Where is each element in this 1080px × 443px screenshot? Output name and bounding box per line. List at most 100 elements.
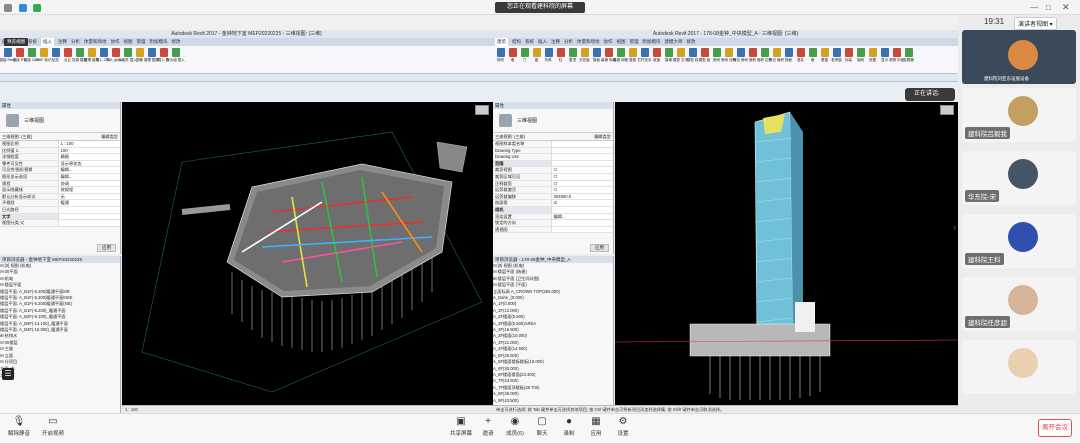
view-dropdown[interactable]: 三维视图: {三维}: [495, 133, 525, 140]
ribbon-tab[interactable]: 分析: [564, 38, 573, 46]
ribbon-button[interactable]: 从文件 插入: [118, 48, 137, 68]
ribbon-button[interactable]: 管理 图像: [144, 48, 159, 68]
property-value[interactable]: ☑: [550, 200, 613, 206]
property-value[interactable]: [57, 213, 120, 220]
property-value[interactable]: 无: [57, 193, 120, 200]
ribbon-tab[interactable]: 系统: [525, 38, 534, 46]
property-value[interactable]: [550, 226, 613, 233]
ribbon-button[interactable]: 参照 平面: [889, 48, 904, 68]
participant-tile[interactable]: [962, 340, 1076, 394]
ribbon-button[interactable]: 竖井: [795, 48, 806, 68]
property-value[interactable]: 1 : 100: [57, 141, 120, 147]
ribbon-tab[interactable]: 附加模块: [643, 38, 661, 46]
screen-share-button[interactable]: ▣ 共享屏幕: [446, 417, 476, 442]
apply-button[interactable]: 应用: [590, 244, 609, 252]
property-value[interactable]: 暖通: [57, 200, 120, 206]
members-button[interactable]: ◉ 成员(6): [500, 417, 530, 442]
ribbon-tab[interactable]: 视图: [124, 38, 133, 46]
ribbon-tab[interactable]: 分析: [71, 38, 80, 46]
ribbon-button[interactable]: 竖梃: [627, 48, 638, 68]
ribbon-button[interactable]: 柱: [555, 48, 566, 68]
ribbon-tab[interactable]: 管理: [630, 38, 639, 46]
property-value[interactable]: [550, 147, 613, 154]
invite-button[interactable]: + 邀请: [473, 417, 503, 442]
ribbon-button[interactable]: 墙: [807, 48, 818, 68]
menu-icon[interactable]: ☰: [2, 368, 14, 380]
ribbon-tab[interactable]: 修改: [687, 38, 696, 46]
ribbon-button[interactable]: 标记 面积: [769, 48, 784, 68]
ribbon-tab[interactable]: 注释: [551, 38, 560, 46]
participant-tile[interactable]: 建科院任彦超: [962, 277, 1076, 331]
info-icon[interactable]: [19, 4, 27, 12]
ribbon-tab[interactable]: 附加模块: [150, 38, 168, 46]
ribbon-tab[interactable]: 插入: [538, 38, 547, 46]
ribbon-tab[interactable]: 体量和场地: [577, 38, 600, 46]
speaker-view-button[interactable]: 演讲者视图 ▾: [1014, 17, 1057, 30]
ribbon-button[interactable]: 屋顶: [567, 48, 578, 68]
window-maximize-button[interactable]: □: [1046, 3, 1051, 12]
ribbon-button[interactable]: 作为组 载入: [166, 48, 185, 68]
ribbon-button[interactable]: 构件: [543, 48, 554, 68]
view-dropdown[interactable]: 三维视图: {三维}: [2, 133, 32, 140]
property-value[interactable]: 编辑...: [57, 167, 120, 173]
ribbon-button[interactable]: 幕墙 网格: [613, 48, 628, 68]
property-value[interactable]: 精细: [57, 154, 120, 160]
ribbon-tab[interactable]: 管理: [137, 38, 146, 46]
property-value[interactable]: 协调: [57, 180, 120, 187]
ribbon-button[interactable]: 按面: [783, 48, 794, 68]
leave-meeting-button[interactable]: 离开会议: [1038, 419, 1072, 437]
ribbon-button[interactable]: 修改: [495, 48, 506, 68]
shield-icon[interactable]: [33, 4, 41, 12]
ribbon-tab[interactable]: 修改: [172, 38, 181, 46]
ribbon-button[interactable]: 墙: [507, 48, 518, 68]
ribbon-button[interactable]: DWF 标记: [36, 48, 51, 68]
participant-tile[interactable]: 建科院吕毅我: [962, 88, 1076, 142]
ribbon-tab[interactable]: 协作: [604, 38, 613, 46]
ribbon-button[interactable]: 老虎窗: [831, 48, 842, 68]
property-value[interactable]: 显示原状态: [57, 160, 120, 167]
video-button[interactable]: ▭ 开启视频: [38, 417, 68, 442]
property-value[interactable]: 编辑...: [57, 173, 120, 180]
view-cube-icon[interactable]: [940, 105, 954, 115]
ribbon-button[interactable]: 查看器: [903, 48, 914, 68]
edit-type-button[interactable]: 编辑类型: [101, 133, 118, 140]
ribbon-tab[interactable]: 结构: [512, 38, 521, 46]
edit-type-button[interactable]: 编辑类型: [594, 133, 611, 140]
ribbon-tab[interactable]: 体量和场地: [84, 38, 107, 46]
ribbon-button[interactable]: 设置: [867, 48, 878, 68]
ribbon-button[interactable]: 模型 线: [687, 48, 698, 68]
ribbon-tab[interactable]: 建模大师: [665, 38, 683, 46]
participant-tile[interactable]: 华东院-宋: [962, 151, 1076, 205]
ribbon-button[interactable]: 标记 房间: [733, 48, 748, 68]
browser-tree-item[interactable]: 立面: 北: [0, 372, 120, 378]
ribbon-tab[interactable]: 协作: [111, 38, 120, 46]
property-value[interactable]: 按规程: [57, 187, 120, 193]
ribbon-button[interactable]: 链接 Revit: [0, 48, 15, 68]
property-value[interactable]: [550, 141, 613, 147]
property-value[interactable]: ☐: [550, 180, 613, 187]
ribbon-button[interactable]: 垂直: [819, 48, 830, 68]
property-value[interactable]: ☐: [550, 173, 613, 180]
property-value[interactable]: ☐: [550, 187, 613, 193]
type-selector[interactable]: 三维视图: [0, 109, 120, 133]
property-value[interactable]: [550, 160, 613, 167]
window-close-button[interactable]: ✕: [1062, 2, 1070, 13]
minimize-icon[interactable]: [4, 4, 12, 12]
property-value[interactable]: [550, 206, 613, 213]
ribbon-tab[interactable]: 建筑: [495, 38, 508, 46]
view-cube-icon[interactable]: [475, 105, 489, 115]
ribbon-button[interactable]: 轴网: [855, 48, 866, 68]
ribbon-button[interactable]: 标高: [843, 48, 854, 68]
apps-button[interactable]: ▦ 应用: [581, 417, 611, 442]
ribbon-button[interactable]: 天花板: [579, 48, 590, 68]
property-value[interactable]: ☐: [550, 167, 613, 173]
property-value[interactable]: 100: [57, 147, 120, 154]
property-value[interactable]: [57, 206, 120, 213]
ribbon-button[interactable]: 栏杆扶手: [638, 48, 652, 68]
chevron-right-icon[interactable]: ›: [953, 222, 956, 232]
ribbon-tab[interactable]: 插入: [41, 38, 54, 46]
ribbon-tab[interactable]: 系统: [28, 38, 37, 46]
apply-button[interactable]: 应用: [97, 244, 116, 252]
browser-tree-item[interactable]: A_9F(43.500): [493, 398, 613, 404]
gear-button[interactable]: ⚙ 设置: [608, 417, 638, 442]
